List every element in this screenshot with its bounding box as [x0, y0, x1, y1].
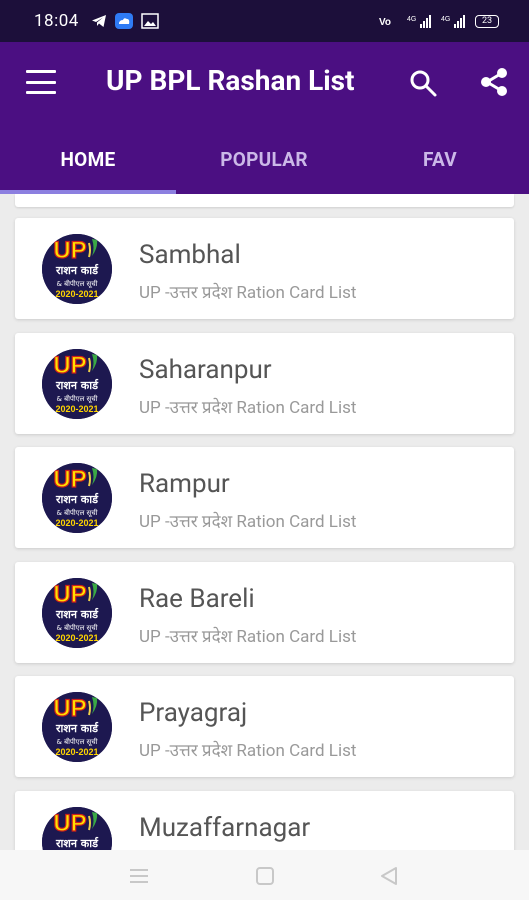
logo-line1: राशन कार्ड	[55, 607, 99, 621]
list-item[interactable]: UP राशन कार्ड & बीपीएल सूची 2020-2021 Ra…	[15, 561, 514, 663]
district-name: Saharanpur	[139, 354, 272, 385]
district-subtitle: UP -उत्तर प्रदेश Ration Card List	[139, 512, 357, 532]
logo-line2: & बीपीएल सूची	[56, 623, 97, 632]
volte-icon: Vo	[379, 17, 391, 28]
telegram-icon	[91, 15, 106, 27]
logo-year: 2020-2021	[55, 404, 98, 414]
district-subtitle: UP -उत्तर प्रदेश Ration Card List	[139, 741, 357, 761]
logo-line1: राशन कार्ड	[55, 492, 99, 506]
share-icon[interactable]	[478, 66, 510, 98]
district-name: Muzaffarnagar	[139, 812, 311, 843]
tab-fav[interactable]: FAV	[352, 124, 528, 194]
tab-label: HOME	[60, 147, 116, 171]
logo-line1: राशन कार्ड	[55, 836, 99, 850]
up-ration-logo: UP राशन कार्ड & बीपीएल सूची 2020-2021	[42, 463, 112, 533]
back-icon[interactable]	[378, 866, 400, 886]
search-icon[interactable]	[408, 68, 438, 98]
logo-big-text: UP	[53, 581, 86, 608]
logo-line1: राशन कार्ड	[55, 721, 99, 735]
list-item-partial[interactable]	[15, 194, 514, 207]
signal-2-icon: 4G	[441, 15, 465, 28]
district-name: Prayagraj	[139, 698, 248, 728]
tab-label: POPULAR	[220, 147, 308, 171]
district-subtitle: UP -उत्तर प्रदेश Ration Card List	[139, 626, 357, 647]
logo-big-text: UP	[53, 237, 86, 264]
district-subtitle: UP -उत्तर प्रदेश Ration Card List	[139, 283, 357, 303]
list-item[interactable]: UP राशन कार्ड & बीपीएल सूची 2020-2021 Sa…	[15, 218, 514, 319]
list-item[interactable]: UP राशन कार्ड & बीपीएल सूची 2020-2021 Sa…	[15, 332, 514, 434]
up-ration-logo: UP राशन कार्ड & बीपीएल सूची 2020-2021	[42, 577, 112, 648]
menu-icon[interactable]	[26, 70, 56, 94]
district-name: Rampur	[139, 469, 230, 499]
logo-line2: & बीपीएल सूची	[56, 279, 97, 288]
tab-popular[interactable]: POPULAR	[176, 124, 352, 194]
gallery-icon	[141, 13, 159, 29]
logo-year: 2020-2021	[55, 518, 98, 528]
list-item[interactable]: UP राशन कार्ड & बीपीएल सूची 2020-2021 Pr…	[15, 676, 514, 777]
tab-bar: HOME POPULAR FAV	[0, 124, 529, 194]
cloud-app-icon	[114, 13, 133, 29]
logo-line2: & बीपीएल सूची	[56, 394, 97, 403]
logo-line2: & बीपीएल सूची	[56, 508, 97, 517]
logo-year: 2020-2021	[55, 633, 98, 643]
district-subtitle: UP -उत्तर प्रदेश Ration Card List	[139, 397, 357, 418]
up-ration-logo: UP राशन कार्ड & बीपीएल सूची 2020-2021	[42, 234, 112, 304]
svg-text:4G: 4G	[441, 16, 450, 23]
up-ration-logo: UP राशन कार्ड & बीपीएल सूची 2020-2021	[42, 692, 112, 762]
list-item[interactable]: UP राशन कार्ड & बीपीएल सूची 2020-2021 Mu…	[15, 790, 514, 850]
logo-year: 2020-2021	[55, 747, 98, 757]
tab-home[interactable]: HOME	[0, 124, 176, 194]
logo-line2: & बीपीएल सूची	[56, 737, 97, 746]
status-bar: 18:04 Vo 4G 4G 23	[0, 0, 529, 42]
logo-big-text: UP	[53, 352, 86, 379]
logo-line1: राशन कार्ड	[55, 263, 99, 277]
home-nav-icon[interactable]	[254, 866, 276, 886]
district-name: Rae Bareli	[139, 583, 255, 614]
toolbar: UP BPL Rashan List	[0, 42, 529, 124]
svg-text:Vo: Vo	[379, 17, 391, 28]
district-list[interactable]: UP राशन कार्ड & बीपीएल सूची 2020-2021 Sa…	[0, 194, 529, 850]
svg-text:4G: 4G	[407, 16, 416, 23]
logo-big-text: UP	[53, 810, 86, 837]
app-title: UP BPL Rashan List	[106, 64, 355, 97]
district-name: Sambhal	[139, 240, 241, 270]
logo-year: 2020-2021	[55, 289, 98, 299]
list-item[interactable]: UP राशन कार्ड & बीपीएल सूची 2020-2021 Ra…	[15, 447, 514, 548]
logo-big-text: UP	[53, 695, 86, 722]
tab-label: FAV	[422, 147, 458, 171]
up-ration-logo: UP राशन कार्ड & बीपीएल सूची 2020-2021	[42, 806, 112, 850]
up-ration-logo: UP राशन कार्ड & बीपीएल सूची 2020-2021	[42, 348, 112, 419]
recent-apps-icon[interactable]	[128, 866, 150, 886]
battery-icon: 23	[475, 14, 499, 28]
system-nav-bar	[0, 850, 529, 900]
logo-big-text: UP	[53, 466, 86, 493]
signal-1-icon: 4G	[407, 15, 431, 28]
status-time: 18:04	[34, 11, 79, 31]
logo-line1: राशन कार्ड	[55, 378, 99, 392]
app-bar: UP BPL Rashan List HOME POPULAR FAV	[0, 42, 529, 194]
